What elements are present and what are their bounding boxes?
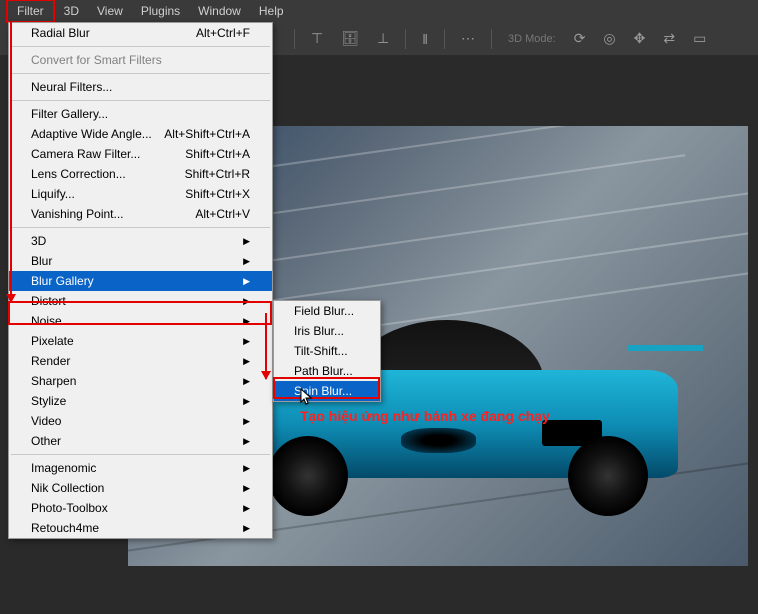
slide-3d-icon[interactable]: ⇄ [657, 26, 681, 51]
menu-item-pixelate[interactable]: Pixelate▶ [9, 331, 272, 351]
menu-item-liquify[interactable]: Liquify... Shift+Ctrl+X [9, 184, 272, 204]
menu-item-blur[interactable]: Blur▶ [9, 251, 272, 271]
annotation-text: Tạo hiệu ứng như bánh xe đang chạy [300, 408, 550, 424]
chevron-right-icon: ▶ [243, 463, 250, 474]
menu-help[interactable]: Help [250, 1, 293, 21]
chevron-right-icon: ▶ [243, 316, 250, 327]
menu-item-neural-filters[interactable]: Neural Filters... [9, 77, 272, 97]
menu-item-video[interactable]: Video▶ [9, 411, 272, 431]
chevron-right-icon: ▶ [243, 503, 250, 514]
menu-item-convert-smart: Convert for Smart Filters [9, 50, 272, 70]
submenu-iris-blur[interactable]: Iris Blur... [274, 321, 380, 341]
menu-3d[interactable]: 3D [55, 1, 88, 21]
highlight-arrow-2 [265, 313, 267, 379]
menu-item-retouch4me[interactable]: Retouch4me▶ [9, 518, 272, 538]
orbit-3d-icon[interactable]: ⟳ [568, 26, 592, 51]
menu-item-camera-raw[interactable]: Camera Raw Filter... Shift+Ctrl+A [9, 144, 272, 164]
menu-item-photo-toolbox[interactable]: Photo-Toolbox▶ [9, 498, 272, 518]
menu-item-render[interactable]: Render▶ [9, 351, 272, 371]
submenu-field-blur[interactable]: Field Blur... [274, 301, 380, 321]
menubar: Filter 3D View Plugins Window Help [0, 0, 758, 22]
chevron-right-icon: ▶ [243, 416, 250, 427]
menu-item-stylize[interactable]: Stylize▶ [9, 391, 272, 411]
menu-window[interactable]: Window [189, 1, 250, 21]
menu-item-lens-correction[interactable]: Lens Correction... Shift+Ctrl+R [9, 164, 272, 184]
chevron-right-icon: ▶ [243, 236, 250, 247]
chevron-right-icon: ▶ [243, 336, 250, 347]
chevron-right-icon: ▶ [243, 376, 250, 387]
chevron-right-icon: ▶ [243, 256, 250, 267]
menu-item-imagenomic[interactable]: Imagenomic▶ [9, 458, 272, 478]
align-vcenter-icon[interactable]: 🗄 [335, 26, 365, 51]
filter-dropdown-menu: Radial Blur Alt+Ctrl+F Convert for Smart… [8, 22, 273, 539]
chevron-right-icon: ▶ [243, 483, 250, 494]
align-bottom-icon[interactable]: ⊥ [371, 26, 395, 51]
submenu-tilt-shift[interactable]: Tilt-Shift... [274, 341, 380, 361]
chevron-right-icon: ▶ [243, 396, 250, 407]
distribute-icon[interactable]: ‖ [416, 27, 434, 51]
chevron-right-icon: ▶ [243, 356, 250, 367]
align-top-icon[interactable]: ⊤ [305, 26, 329, 51]
menu-item-filter-gallery[interactable]: Filter Gallery... [9, 104, 272, 124]
roll-3d-icon[interactable]: ◎ [597, 26, 621, 51]
chevron-right-icon: ▶ [243, 523, 250, 534]
highlight-arrow-1 [10, 22, 12, 302]
menu-plugins[interactable]: Plugins [132, 1, 189, 21]
menu-item-distort[interactable]: Distort▶ [9, 291, 272, 311]
menu-item-adaptive-wide-angle[interactable]: Adaptive Wide Angle... Alt+Shift+Ctrl+A [9, 124, 272, 144]
submenu-path-blur[interactable]: Path Blur... [274, 361, 380, 381]
menu-item-blur-gallery[interactable]: Blur Gallery▶ [9, 271, 272, 291]
chevron-right-icon: ▶ [243, 436, 250, 447]
menu-item-other[interactable]: Other▶ [9, 431, 272, 451]
mode-label: 3D Mode: [502, 29, 562, 49]
menu-item-sharpen[interactable]: Sharpen▶ [9, 371, 272, 391]
chevron-right-icon: ▶ [243, 276, 250, 287]
pan-3d-icon[interactable]: ✥ [628, 26, 652, 51]
menu-item-noise[interactable]: Noise▶ [9, 311, 272, 331]
blur-gallery-submenu: Field Blur... Iris Blur... Tilt-Shift...… [273, 300, 381, 402]
zoom-3d-icon[interactable]: ▭ [687, 26, 712, 51]
menu-item-vanishing-point[interactable]: Vanishing Point... Alt+Ctrl+V [9, 204, 272, 224]
chevron-right-icon: ▶ [243, 296, 250, 307]
menu-item-recent-filter[interactable]: Radial Blur Alt+Ctrl+F [9, 23, 272, 43]
more-options-icon[interactable]: ⋯ [455, 26, 481, 51]
menu-item-nik-collection[interactable]: Nik Collection▶ [9, 478, 272, 498]
submenu-spin-blur[interactable]: Spin Blur... [274, 381, 380, 401]
menu-filter[interactable]: Filter [6, 0, 55, 23]
menu-view[interactable]: View [88, 1, 132, 21]
menu-item-3d[interactable]: 3D▶ [9, 231, 272, 251]
